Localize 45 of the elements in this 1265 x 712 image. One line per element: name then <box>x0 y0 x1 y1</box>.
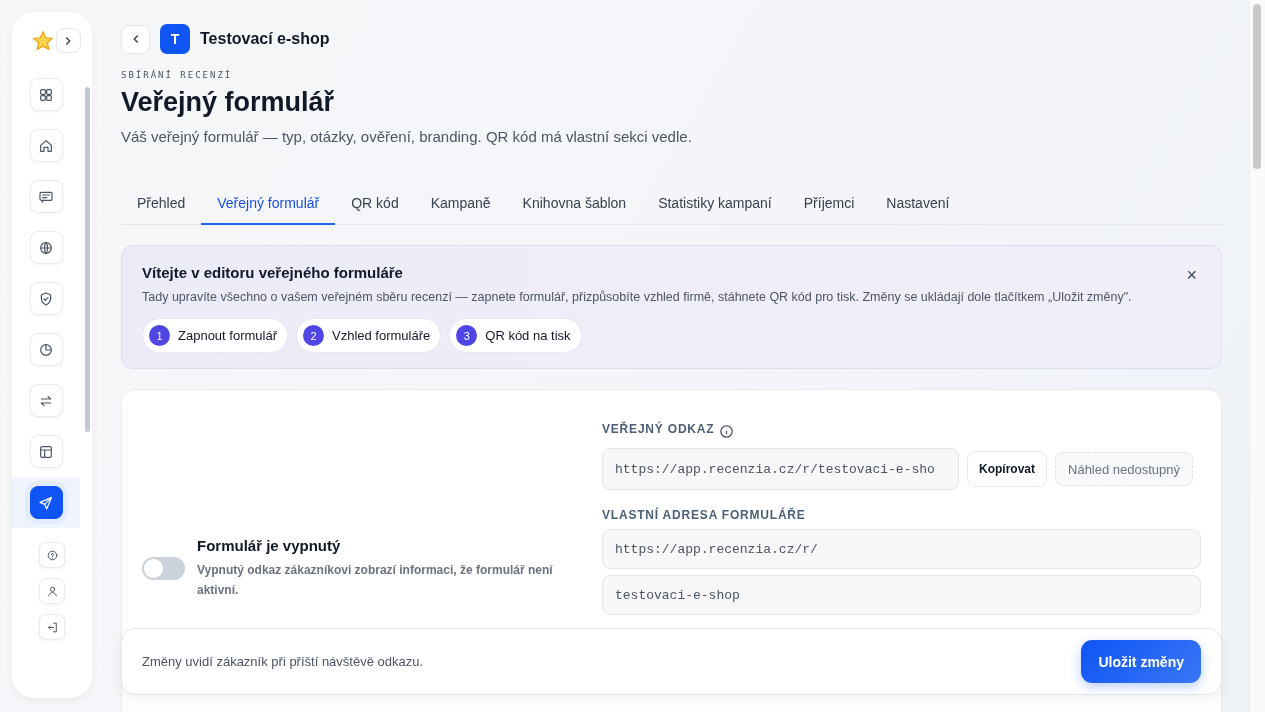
tab[interactable]: Statistiky kampaní <box>642 195 788 225</box>
expand-button[interactable] <box>55 28 81 53</box>
grid-icon <box>38 86 54 103</box>
shop-name: Testovací e-shop <box>200 30 330 48</box>
tab[interactable]: Knihovna šablon <box>506 195 643 225</box>
page-subtitle: Váš veřejný formulář — typ, otázky, ověření, branding. QR kód má vlastní sekci vedle. <box>121 128 693 145</box>
home-icon <box>38 137 54 154</box>
status-text: Vypnutý odkaz zákazníkovi zobrazí informaci, že formulář není aktivní. <box>197 562 554 599</box>
banner-title: Vítejte v editoru veřejného formuláře <box>142 264 403 281</box>
help-icon <box>45 548 59 562</box>
section-eyebrow: SBÍRÁNÍ RECENZÍ <box>121 70 234 80</box>
star-logo-icon <box>31 29 54 52</box>
user-icon <box>45 584 59 598</box>
tab[interactable]: QR kód <box>335 195 415 225</box>
shop-avatar: T <box>160 24 190 54</box>
scrollbar-thumb[interactable] <box>1253 4 1261 169</box>
tab[interactable]: Nastavení <box>870 195 966 225</box>
send-icon <box>38 494 54 511</box>
info-icon[interactable] <box>718 423 736 440</box>
toggle-switch[interactable] <box>142 557 185 580</box>
pie-chart-icon <box>38 341 54 358</box>
page-title: Veřejný formulář <box>121 87 336 118</box>
step-chip[interactable]: 3 QR kód na tisk <box>449 318 582 353</box>
copy-button[interactable]: Kopírovat <box>967 451 1047 487</box>
save-button[interactable]: Uložit změny <box>1081 640 1201 683</box>
tab[interactable]: Přehled <box>121 195 202 225</box>
logout-icon <box>45 620 59 634</box>
shield-icon <box>38 290 54 307</box>
tab[interactable]: Veřejný formulář <box>201 195 336 225</box>
link-field[interactable]: https://app.recenzia.cz/r/testovaci-e-sho <box>602 448 959 490</box>
address-prefix-field[interactable]: https://app.recenzia.cz/r/ <box>602 529 1201 569</box>
layout-icon <box>38 443 54 460</box>
close-button[interactable]: × <box>1186 266 1197 284</box>
field-label: VEŘEJNÝ ODKAZ <box>602 421 715 436</box>
globe-icon <box>38 239 54 256</box>
preview-button[interactable]: Náhled nedostupný <box>1055 452 1194 486</box>
save-note: Změny uvidí zákazník při příští návštěvě odkazu. <box>142 654 424 669</box>
field-label: VLASTNÍ ADRESA FORMULÁŘE <box>602 508 807 522</box>
tab[interactable]: Kampaně <box>414 195 507 225</box>
step-chip[interactable]: 1 Zapnout formulář <box>142 318 288 353</box>
status-title: Formulář je vypnutý <box>197 537 342 554</box>
tab[interactable]: Příjemci <box>787 195 871 225</box>
step-chip[interactable]: 2 Vzhled formuláře <box>296 318 442 353</box>
slug-field[interactable]: testovaci-e-shop <box>602 575 1201 615</box>
banner-text: Tady upravíte všechno o vašem veřejném sběru recenzí — zapnete formulář, přizpůsobíte vzhled firmě, stáhnete QR kód pro tisk. Změny se ukládají dole tlačítkem „Uložit změny". <box>142 289 1133 306</box>
